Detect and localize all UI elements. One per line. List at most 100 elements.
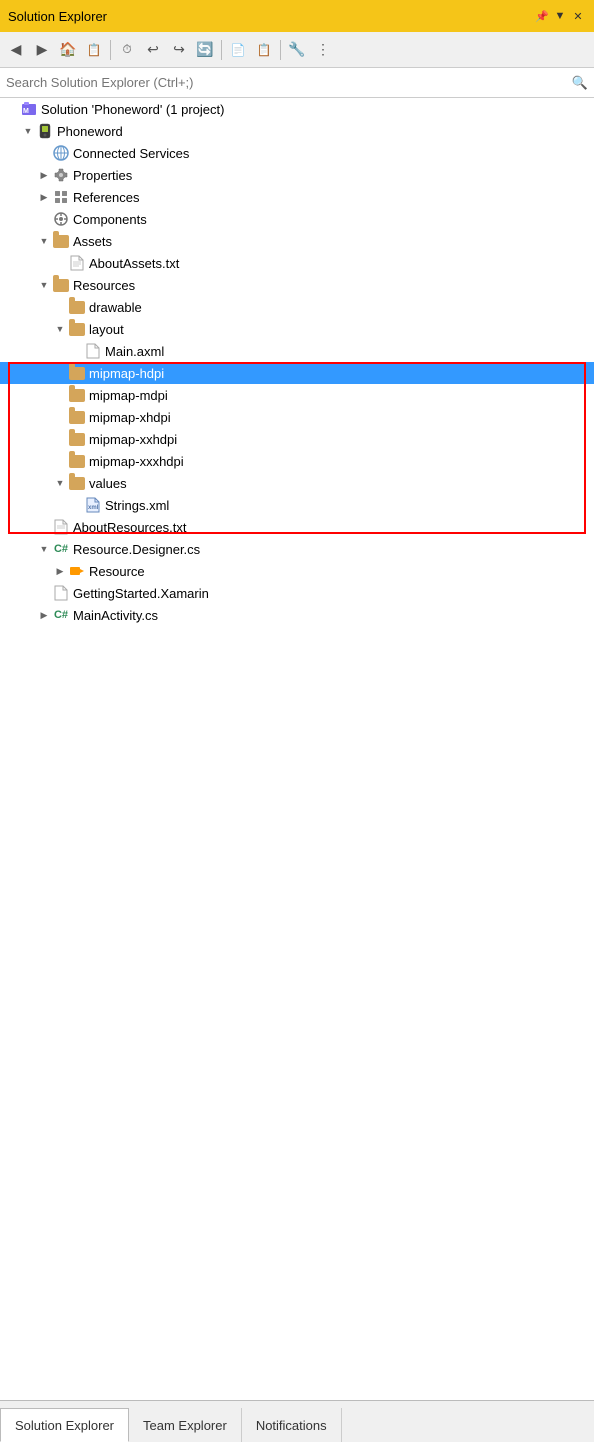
tree-item-connected-services[interactable]: Connected Services — [0, 142, 594, 164]
redo-button[interactable]: ↪ — [167, 38, 191, 62]
resource-node-icon — [68, 562, 86, 580]
aboutresources-label: AboutResources.txt — [73, 520, 186, 535]
tree-item-aboutresources[interactable]: AboutResources.txt — [0, 516, 594, 538]
pin-icon[interactable]: 📌 — [534, 8, 550, 24]
mipmap-xxhdpi-label: mipmap-xxhdpi — [89, 432, 177, 447]
values-icon — [68, 474, 86, 492]
tree-item-references[interactable]: ▶ References — [0, 186, 594, 208]
aboutresources-expand — [36, 516, 52, 538]
mipmap-xxhdpi-expand — [52, 428, 68, 450]
connected-services-expand — [36, 142, 52, 164]
copy-button[interactable]: 📄 — [226, 38, 250, 62]
toolbar: ◀ ▶ 🏠 📋 ⏱ ↩ ↪ 🔄 📄 📋 🔧 ⋮ — [0, 32, 594, 68]
svg-text:M: M — [23, 108, 29, 115]
tree-item-values[interactable]: ▼ values — [0, 472, 594, 494]
mainactivity-label: MainActivity.cs — [73, 608, 158, 623]
references-expand[interactable]: ▶ — [36, 186, 52, 208]
back-button[interactable]: ◀ — [4, 38, 28, 62]
phoneword-label: Phoneword — [57, 124, 123, 139]
components-label: Components — [73, 212, 147, 227]
values-label: values — [89, 476, 127, 491]
layout-icon — [68, 320, 86, 338]
aboutassets-label: AboutAssets.txt — [89, 256, 179, 271]
tree-item-getting-started[interactable]: GettingStarted.Xamarin — [0, 582, 594, 604]
forward-button[interactable]: ▶ — [30, 38, 54, 62]
mainactivity-expand[interactable]: ▶ — [36, 604, 52, 626]
assets-icon — [52, 232, 70, 250]
more-button[interactable]: ⋮ — [311, 38, 335, 62]
mipmap-hdpi-label: mipmap-hdpi — [89, 366, 164, 381]
tree-item-properties[interactable]: ▶ Properties — [0, 164, 594, 186]
layout-label: layout — [89, 322, 124, 337]
tree-item-main-axml[interactable]: Main.axml — [0, 340, 594, 362]
aboutresources-icon — [52, 518, 70, 536]
tree-item-strings-xml[interactable]: xml Strings.xml — [0, 494, 594, 516]
resources-icon — [52, 276, 70, 294]
tab-notifications[interactable]: Notifications — [242, 1408, 342, 1442]
tree-item-mainactivity[interactable]: ▶ C# MainActivity.cs — [0, 604, 594, 626]
values-expand[interactable]: ▼ — [52, 472, 68, 494]
tree-item-mipmap-hdpi[interactable]: mipmap-hdpi — [0, 362, 594, 384]
pages-button[interactable]: 📋 — [82, 38, 106, 62]
tree-content: M Solution 'Phoneword' (1 project) ▼ Pho… — [0, 98, 594, 1400]
tree-item-components[interactable]: Components — [0, 208, 594, 230]
tree-item-assets[interactable]: ▼ Assets — [0, 230, 594, 252]
tree-item-mipmap-xxxhdpi[interactable]: mipmap-xxxhdpi — [0, 450, 594, 472]
resource-designer-icon: C# — [52, 540, 70, 558]
search-input[interactable] — [6, 75, 572, 90]
resource-node-expand[interactable]: ▶ — [52, 560, 68, 582]
tree-item-mipmap-mdpi[interactable]: mipmap-mdpi — [0, 384, 594, 406]
resources-label: Resources — [73, 278, 135, 293]
tab-notifications-label: Notifications — [256, 1418, 327, 1433]
mipmap-xxxhdpi-label: mipmap-xxxhdpi — [89, 454, 184, 469]
resource-designer-expand[interactable]: ▼ — [36, 538, 52, 560]
tree-item-resource-designer[interactable]: ▼ C# Resource.Designer.cs — [0, 538, 594, 560]
clock-button[interactable]: ⏱ — [115, 38, 139, 62]
getting-started-label: GettingStarted.Xamarin — [73, 586, 209, 601]
main-axml-icon — [84, 342, 102, 360]
references-label: References — [73, 190, 139, 205]
mipmap-hdpi-icon — [68, 364, 86, 382]
search-bar[interactable]: 🔍 — [0, 68, 594, 98]
mipmap-xhdpi-icon — [68, 408, 86, 426]
mipmap-hdpi-expand — [52, 362, 68, 384]
toolbar-separator-1 — [110, 40, 111, 60]
connected-services-icon — [52, 144, 70, 162]
close-icon[interactable]: ✕ — [570, 8, 586, 24]
refresh-button[interactable]: 🔄 — [193, 38, 217, 62]
solution-icon: M — [20, 100, 38, 118]
resources-expand[interactable]: ▼ — [36, 274, 52, 296]
settings-button[interactable]: 🔧 — [285, 38, 309, 62]
solution-root[interactable]: M Solution 'Phoneword' (1 project) — [0, 98, 594, 120]
strings-xml-expand — [68, 494, 84, 516]
tree-item-aboutassets[interactable]: AboutAssets.txt — [0, 252, 594, 274]
title-bar: Solution Explorer 📌 ▼ ✕ — [0, 0, 594, 32]
bottom-tabs: Solution Explorer Team Explorer Notifica… — [0, 1400, 594, 1442]
assets-label: Assets — [73, 234, 112, 249]
solution-label: Solution 'Phoneword' (1 project) — [41, 102, 224, 117]
tree-item-resources[interactable]: ▼ Resources — [0, 274, 594, 296]
home-button[interactable]: 🏠 — [56, 38, 80, 62]
properties-expand[interactable]: ▶ — [36, 164, 52, 186]
tree-item-layout[interactable]: ▼ layout — [0, 318, 594, 340]
layout-expand[interactable]: ▼ — [52, 318, 68, 340]
tab-team-explorer[interactable]: Team Explorer — [129, 1408, 242, 1442]
tree-item-drawable[interactable]: drawable — [0, 296, 594, 318]
tree-item-resource-node[interactable]: ▶ Resource — [0, 560, 594, 582]
dropdown-icon[interactable]: ▼ — [552, 8, 568, 24]
undo-button[interactable]: ↩ — [141, 38, 165, 62]
resource-designer-label: Resource.Designer.cs — [73, 542, 200, 557]
mipmap-mdpi-icon — [68, 386, 86, 404]
tree-item-mipmap-xhdpi[interactable]: mipmap-xhdpi — [0, 406, 594, 428]
resource-node-label: Resource — [89, 564, 145, 579]
phoneword-expand[interactable]: ▼ — [20, 120, 36, 142]
components-icon — [52, 210, 70, 228]
drawable-icon — [68, 298, 86, 316]
tab-solution-explorer[interactable]: Solution Explorer — [0, 1408, 129, 1442]
mipmap-xxhdpi-icon — [68, 430, 86, 448]
assets-expand[interactable]: ▼ — [36, 230, 52, 252]
mipmap-mdpi-label: mipmap-mdpi — [89, 388, 168, 403]
tree-item-mipmap-xxhdpi[interactable]: mipmap-xxhdpi — [0, 428, 594, 450]
paste-button[interactable]: 📋 — [252, 38, 276, 62]
tree-item-phoneword[interactable]: ▼ Phoneword — [0, 120, 594, 142]
